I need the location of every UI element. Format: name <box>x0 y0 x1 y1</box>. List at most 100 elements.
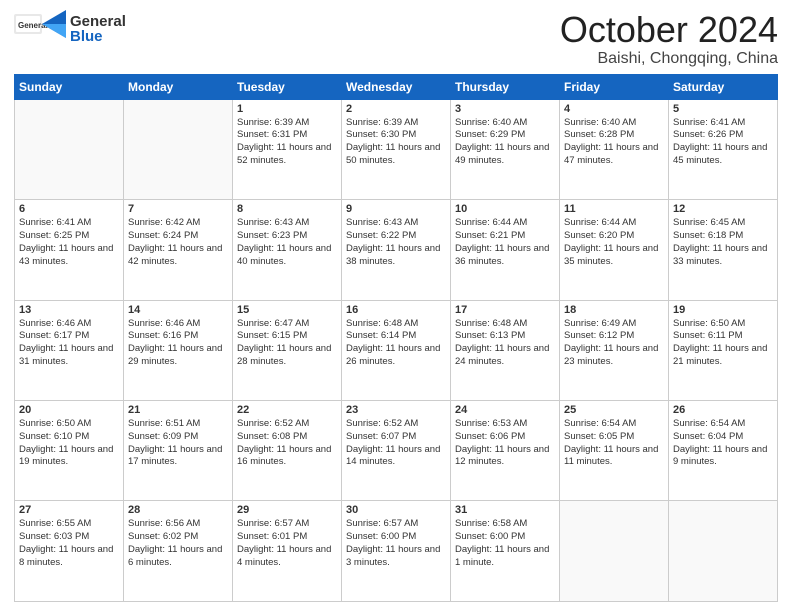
calendar-day-cell: 18 Sunrise: 6:49 AMSunset: 6:12 PMDayligh… <box>560 300 669 400</box>
day-number: 7 <box>128 203 228 215</box>
calendar-day-cell: 8 Sunrise: 6:43 AMSunset: 6:23 PMDaylight… <box>233 200 342 300</box>
col-friday: Friday <box>560 74 669 99</box>
day-number: 29 <box>237 504 337 516</box>
day-number: 19 <box>673 304 773 316</box>
day-info: Sunrise: 6:44 AMSunset: 6:21 PMDaylight:… <box>455 217 555 268</box>
col-saturday: Saturday <box>669 74 778 99</box>
day-info: Sunrise: 6:40 AMSunset: 6:28 PMDaylight:… <box>564 117 664 168</box>
day-info: Sunrise: 6:57 AMSunset: 6:00 PMDaylight:… <box>346 518 446 569</box>
day-number: 21 <box>128 404 228 416</box>
day-info: Sunrise: 6:48 AMSunset: 6:14 PMDaylight:… <box>346 318 446 369</box>
calendar-day-cell: 14 Sunrise: 6:46 AMSunset: 6:16 PMDayligh… <box>124 300 233 400</box>
day-number: 10 <box>455 203 555 215</box>
day-info: Sunrise: 6:54 AMSunset: 6:05 PMDaylight:… <box>564 418 664 469</box>
calendar-day-cell: 7 Sunrise: 6:42 AMSunset: 6:24 PMDaylight… <box>124 200 233 300</box>
day-number: 23 <box>346 404 446 416</box>
day-number: 22 <box>237 404 337 416</box>
calendar-day-cell: 21 Sunrise: 6:51 AMSunset: 6:09 PMDayligh… <box>124 401 233 501</box>
col-tuesday: Tuesday <box>233 74 342 99</box>
calendar-day-cell: 24 Sunrise: 6:53 AMSunset: 6:06 PMDayligh… <box>451 401 560 501</box>
calendar-day-cell <box>560 501 669 602</box>
day-info: Sunrise: 6:56 AMSunset: 6:02 PMDaylight:… <box>128 518 228 569</box>
day-info: Sunrise: 6:43 AMSunset: 6:23 PMDaylight:… <box>237 217 337 268</box>
calendar-day-cell: 31 Sunrise: 6:58 AMSunset: 6:00 PMDayligh… <box>451 501 560 602</box>
logo: General General Blue <box>14 10 126 48</box>
day-number: 2 <box>346 103 446 115</box>
calendar-day-cell: 10 Sunrise: 6:44 AMSunset: 6:21 PMDayligh… <box>451 200 560 300</box>
day-number: 17 <box>455 304 555 316</box>
logo-blue: Blue <box>70 29 126 44</box>
day-info: Sunrise: 6:48 AMSunset: 6:13 PMDaylight:… <box>455 318 555 369</box>
day-number: 1 <box>237 103 337 115</box>
calendar-day-cell: 16Sunrise: 6:48 AMSunset: 6:14 PMDayligh… <box>342 300 451 400</box>
day-number: 5 <box>673 103 773 115</box>
day-number: 8 <box>237 203 337 215</box>
day-info: Sunrise: 6:55 AMSunset: 6:03 PMDaylight:… <box>19 518 119 569</box>
calendar-week-row: 13 Sunrise: 6:46 AMSunset: 6:17 PMDayligh… <box>15 300 778 400</box>
day-number: 28 <box>128 504 228 516</box>
calendar-day-cell: 30Sunrise: 6:57 AMSunset: 6:00 PMDayligh… <box>342 501 451 602</box>
day-info: Sunrise: 6:58 AMSunset: 6:00 PMDaylight:… <box>455 518 555 569</box>
day-number: 18 <box>564 304 664 316</box>
calendar-day-cell: 22 Sunrise: 6:52 AMSunset: 6:08 PMDayligh… <box>233 401 342 501</box>
day-info: Sunrise: 6:50 AMSunset: 6:10 PMDaylight:… <box>19 418 119 469</box>
day-info: Sunrise: 6:43 AMSunset: 6:22 PMDaylight:… <box>346 217 446 268</box>
day-number: 11 <box>564 203 664 215</box>
day-info: Sunrise: 6:52 AMSunset: 6:08 PMDaylight:… <box>237 418 337 469</box>
day-info: Sunrise: 6:46 AMSunset: 6:16 PMDaylight:… <box>128 318 228 369</box>
calendar-day-cell: 17 Sunrise: 6:48 AMSunset: 6:13 PMDayligh… <box>451 300 560 400</box>
calendar-day-cell: 19 Sunrise: 6:50 AMSunset: 6:11 PMDayligh… <box>669 300 778 400</box>
day-info: Sunrise: 6:54 AMSunset: 6:04 PMDaylight:… <box>673 418 773 469</box>
day-number: 24 <box>455 404 555 416</box>
day-number: 20 <box>19 404 119 416</box>
calendar-day-cell: 20 Sunrise: 6:50 AMSunset: 6:10 PMDayligh… <box>15 401 124 501</box>
calendar-table: Sunday Monday Tuesday Wednesday Thursday… <box>14 74 778 602</box>
day-number: 31 <box>455 504 555 516</box>
day-number: 26 <box>673 404 773 416</box>
location-subtitle: Baishi, Chongqing, China <box>560 50 778 68</box>
day-number: 12 <box>673 203 773 215</box>
calendar-day-cell <box>669 501 778 602</box>
day-info: Sunrise: 6:45 AMSunset: 6:18 PMDaylight:… <box>673 217 773 268</box>
day-info: Sunrise: 6:53 AMSunset: 6:06 PMDaylight:… <box>455 418 555 469</box>
page: General General Blue October 2024 Baishi… <box>0 0 792 612</box>
day-info: Sunrise: 6:41 AMSunset: 6:25 PMDaylight:… <box>19 217 119 268</box>
day-info: Sunrise: 6:52 AMSunset: 6:07 PMDaylight:… <box>346 418 446 469</box>
month-title: October 2024 <box>560 10 778 50</box>
col-thursday: Thursday <box>451 74 560 99</box>
day-info: Sunrise: 6:51 AMSunset: 6:09 PMDaylight:… <box>128 418 228 469</box>
day-info: Sunrise: 6:46 AMSunset: 6:17 PMDaylight:… <box>19 318 119 369</box>
day-info: Sunrise: 6:42 AMSunset: 6:24 PMDaylight:… <box>128 217 228 268</box>
day-number: 25 <box>564 404 664 416</box>
calendar-day-cell: 15Sunrise: 6:47 AMSunset: 6:15 PMDayligh… <box>233 300 342 400</box>
calendar-week-row: 27 Sunrise: 6:55 AMSunset: 6:03 PMDayligh… <box>15 501 778 602</box>
day-info: Sunrise: 6:50 AMSunset: 6:11 PMDaylight:… <box>673 318 773 369</box>
col-monday: Monday <box>124 74 233 99</box>
weekday-header-row: Sunday Monday Tuesday Wednesday Thursday… <box>15 74 778 99</box>
col-wednesday: Wednesday <box>342 74 451 99</box>
calendar-week-row: 6 Sunrise: 6:41 AMSunset: 6:25 PMDaylight… <box>15 200 778 300</box>
calendar-day-cell: 2Sunrise: 6:39 AMSunset: 6:30 PMDaylight… <box>342 99 451 199</box>
day-info: Sunrise: 6:44 AMSunset: 6:20 PMDaylight:… <box>564 217 664 268</box>
calendar-day-cell: 27 Sunrise: 6:55 AMSunset: 6:03 PMDayligh… <box>15 501 124 602</box>
calendar-day-cell: 12 Sunrise: 6:45 AMSunset: 6:18 PMDayligh… <box>669 200 778 300</box>
day-number: 3 <box>455 103 555 115</box>
day-number: 14 <box>128 304 228 316</box>
calendar-week-row: 1Sunrise: 6:39 AMSunset: 6:31 PMDaylight… <box>15 99 778 199</box>
calendar-day-cell <box>15 99 124 199</box>
calendar-day-cell: 3Sunrise: 6:40 AMSunset: 6:29 PMDaylight… <box>451 99 560 199</box>
calendar-day-cell: 28 Sunrise: 6:56 AMSunset: 6:02 PMDayligh… <box>124 501 233 602</box>
day-info: Sunrise: 6:41 AMSunset: 6:26 PMDaylight:… <box>673 117 773 168</box>
calendar-day-cell: 26 Sunrise: 6:54 AMSunset: 6:04 PMDayligh… <box>669 401 778 501</box>
calendar-day-cell: 5 Sunrise: 6:41 AMSunset: 6:26 PMDaylight… <box>669 99 778 199</box>
day-number: 6 <box>19 203 119 215</box>
calendar-day-cell: 25 Sunrise: 6:54 AMSunset: 6:05 PMDayligh… <box>560 401 669 501</box>
calendar-day-cell: 9Sunrise: 6:43 AMSunset: 6:22 PMDaylight… <box>342 200 451 300</box>
day-info: Sunrise: 6:57 AMSunset: 6:01 PMDaylight:… <box>237 518 337 569</box>
col-sunday: Sunday <box>15 74 124 99</box>
day-info: Sunrise: 6:49 AMSunset: 6:12 PMDaylight:… <box>564 318 664 369</box>
day-number: 13 <box>19 304 119 316</box>
day-number: 27 <box>19 504 119 516</box>
svg-text:General: General <box>18 21 48 30</box>
day-number: 15 <box>237 304 337 316</box>
